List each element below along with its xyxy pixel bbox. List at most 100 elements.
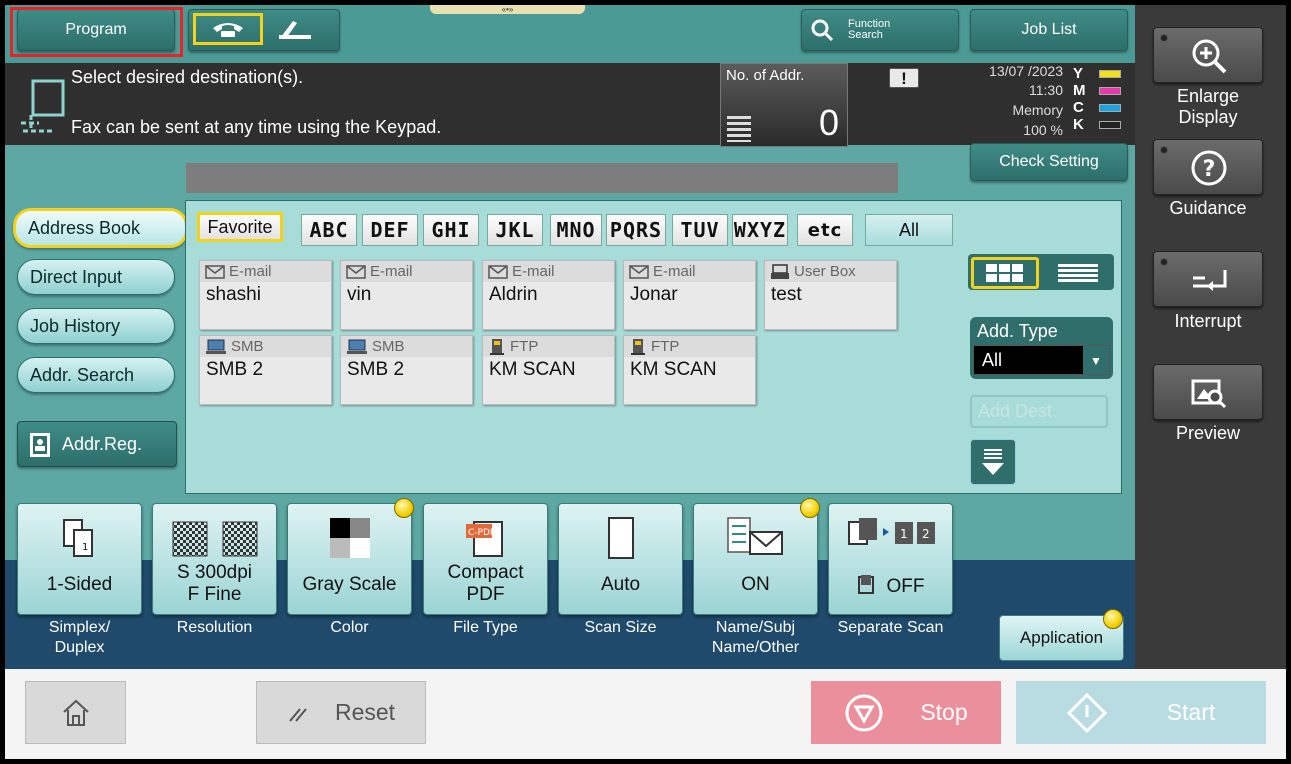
function-key[interactable]: 1 2 OFF xyxy=(828,503,953,615)
function-key[interactable]: Gray Scale xyxy=(287,503,412,615)
preview-button[interactable] xyxy=(1153,364,1263,420)
toner-bar xyxy=(1099,70,1121,78)
function-key-caption: Separate Scan xyxy=(837,619,944,636)
list-view-button[interactable] xyxy=(1045,257,1111,289)
destination-card[interactable]: FTP KM SCAN xyxy=(482,335,615,405)
interrupt-button[interactable] xyxy=(1153,251,1263,307)
resolution-icon xyxy=(153,516,276,560)
destination-card[interactable]: E-mail vin xyxy=(340,260,473,330)
index-tab-ghi[interactable]: GHI xyxy=(423,214,479,246)
reset-label: Reset xyxy=(334,699,396,725)
function-key-value-text: OFF xyxy=(886,576,925,597)
ftp-server-icon xyxy=(629,338,647,356)
address-book-label: Address Book xyxy=(28,217,141,238)
changed-indicator xyxy=(394,498,414,518)
destination-card[interactable]: E-mail Aldrin xyxy=(482,260,615,330)
index-tab-mno[interactable]: MNO xyxy=(550,214,602,246)
function-key[interactable]: C-PDF Compact PDF xyxy=(423,503,548,615)
index-tab-favorite[interactable]: Favorite xyxy=(197,212,283,242)
destination-card[interactable]: FTP KM SCAN xyxy=(623,335,756,405)
scroll-down-menu-button[interactable] xyxy=(970,439,1016,485)
grid-icon xyxy=(986,264,1023,282)
function-key-caption: Name/Subj Name/Other xyxy=(711,619,800,656)
addr-reg-label: Addr.Reg. xyxy=(62,433,143,454)
destination-card[interactable]: SMB SMB 2 xyxy=(199,335,332,405)
message-line-2: Fax can be sent at any time using the Ke… xyxy=(71,117,442,137)
counter-label: No. of Addr. xyxy=(726,67,805,84)
addr-reg-button[interactable]: Addr.Reg. xyxy=(17,421,177,467)
guidance-button[interactable]: ? xyxy=(1153,139,1263,195)
function-key[interactable]: Auto xyxy=(558,503,683,615)
function-search-button[interactable]: Function Search xyxy=(801,9,959,51)
start-icon xyxy=(1066,692,1107,733)
destination-name: vin xyxy=(347,284,372,305)
function-key[interactable]: 1 1-Sided xyxy=(17,503,142,615)
stop-label: Stop xyxy=(920,699,968,725)
control-panel-screen: Program «•» Function Search Job List Sel… xyxy=(5,5,1286,759)
function-key-value: OFF xyxy=(829,574,952,600)
index-tab-pqrs[interactable]: PQRS xyxy=(606,214,666,246)
destination-name: test xyxy=(771,284,802,305)
addr-search-tab[interactable]: Addr. Search xyxy=(17,357,175,393)
index-tab-all[interactable]: All xyxy=(865,214,953,246)
function-key[interactable]: ON xyxy=(693,503,818,615)
check-setting-button[interactable]: Check Setting xyxy=(970,143,1128,181)
index-tab-def[interactable]: DEF xyxy=(362,214,418,246)
mail-icon xyxy=(629,264,649,279)
search-icon xyxy=(811,19,834,42)
destination-card[interactable]: E-mail shashi xyxy=(199,260,332,330)
address-book-tab[interactable]: Address Book xyxy=(13,208,188,248)
destination-type-row: FTP xyxy=(624,336,755,357)
job-history-tab[interactable]: Job History xyxy=(17,308,175,344)
interrupt-caption: Interrupt xyxy=(1174,311,1242,331)
job-history-label: Job History xyxy=(30,315,121,336)
destination-type: SMB xyxy=(372,338,405,355)
direct-input-tab[interactable]: Direct Input xyxy=(17,259,175,295)
home-button[interactable] xyxy=(25,681,126,744)
stop-button[interactable]: Stop xyxy=(811,681,1001,744)
reset-button[interactable]: Reset xyxy=(256,681,426,744)
job-list-button[interactable]: Job List xyxy=(970,9,1128,51)
svg-text:2: 2 xyxy=(922,527,930,541)
index-tab-etc[interactable]: etc xyxy=(797,214,853,246)
fax-phone-icon[interactable] xyxy=(193,13,263,45)
address-counter[interactable]: No. of Addr. 0 xyxy=(720,63,848,147)
message-line-1: Select desired destination(s). xyxy=(71,67,304,87)
destination-card[interactable]: SMB SMB 2 xyxy=(340,335,473,405)
preview-caption: Preview xyxy=(1175,423,1241,443)
destination-name: KM SCAN xyxy=(489,359,576,380)
svg-text:C-PDF: C-PDF xyxy=(468,528,495,538)
destination-type-row: E-mail xyxy=(624,261,755,282)
destination-card[interactable]: E-mail Jonar xyxy=(623,260,756,330)
list-icon xyxy=(1058,264,1098,282)
function-key[interactable]: S 300dpi F Fine xyxy=(152,503,277,615)
add-dest-button[interactable]: Add Dest. xyxy=(970,395,1108,428)
destination-type: FTP xyxy=(651,338,680,355)
destination-type-row: E-mail xyxy=(483,261,614,282)
function-key-value-text: Compact PDF xyxy=(447,562,524,605)
index-tab-abc[interactable]: ABC xyxy=(301,214,357,246)
enlarge-display-button[interactable] xyxy=(1153,27,1263,83)
function-key-value: S 300dpi F Fine xyxy=(153,562,276,606)
document-name-icon xyxy=(694,516,817,560)
add-type-select[interactable]: All ▼ xyxy=(973,345,1110,375)
destination-card[interactable]: User Box test xyxy=(764,260,897,330)
fax-handset-icon[interactable] xyxy=(275,17,325,43)
status-time: 11:30 xyxy=(1029,82,1063,98)
memory-value: 100 % xyxy=(1023,122,1063,138)
start-button[interactable]: Start xyxy=(1016,681,1266,744)
collapse-handle[interactable]: «•» xyxy=(430,5,585,14)
help-icon: ? xyxy=(1191,150,1227,186)
interrupt-led xyxy=(1160,258,1168,266)
menu-scroll-icon xyxy=(982,449,1004,475)
function-key-caption: Simplex/ Duplex xyxy=(48,619,111,656)
thumbnail-view-button[interactable] xyxy=(971,257,1039,289)
reset-icon xyxy=(289,707,307,722)
index-tab-wxyz[interactable]: WXYZ xyxy=(732,214,788,246)
mail-icon xyxy=(346,264,366,279)
toner-letter: C xyxy=(1073,99,1084,116)
index-tab-tuv[interactable]: TUV xyxy=(672,214,728,246)
index-tab-jkl[interactable]: JKL xyxy=(487,214,543,246)
svg-text:1: 1 xyxy=(900,527,908,541)
destination-display-bar xyxy=(186,163,898,193)
